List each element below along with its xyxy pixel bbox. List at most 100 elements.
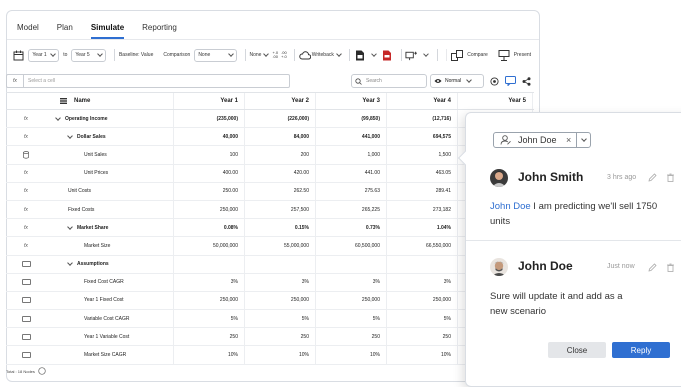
search-input[interactable]: Search <box>351 74 427 88</box>
reply-button[interactable]: Reply <box>612 342 670 358</box>
tab-reporting[interactable]: Reporting <box>142 19 177 39</box>
row-name-cell[interactable]: Fixed Costs <box>46 200 174 219</box>
value-cell[interactable] <box>387 255 458 273</box>
value-cell[interactable]: 250,000 <box>387 291 458 310</box>
table-row[interactable]: Year 1 Variable Cost 250 250 250 250 <box>6 328 534 347</box>
row-name-cell[interactable]: Market Size <box>46 237 174 255</box>
table-row[interactable]: fx Operating Income (235,000) (226,000) (99,… <box>6 110 534 129</box>
assignee-select[interactable]: John Doe × <box>493 132 591 148</box>
header-year-cell[interactable]: Year 2 <box>245 93 316 109</box>
baseline-label[interactable]: Baseline: Value <box>119 52 153 58</box>
increase-decimal-button[interactable]: +.0.00 <box>272 51 278 59</box>
comment-mention[interactable]: John Doe <box>490 201 531 212</box>
value-cell[interactable]: 441,000 <box>316 128 387 146</box>
value-cell[interactable]: 3% <box>174 273 245 291</box>
row-name-cell[interactable]: Market Size CAGR <box>46 346 174 364</box>
value-cell[interactable]: 5% <box>316 310 387 328</box>
start-year-select[interactable]: Year 1 <box>28 48 60 62</box>
header-name-cell[interactable]: Name <box>46 93 174 109</box>
compare-icon[interactable] <box>451 49 464 61</box>
row-name-cell[interactable]: Fixed Cost CAGR <box>46 273 174 291</box>
table-row[interactable]: fx Market Size 50,000,000 55,000,000 60,500,… <box>6 237 534 256</box>
value-cell[interactable]: 273,182 <box>387 200 458 219</box>
value-cell[interactable]: 10% <box>387 346 458 364</box>
cell-selector-input[interactable]: Select a cell <box>24 74 290 88</box>
chevron-down-icon[interactable] <box>55 114 61 121</box>
tab-model[interactable]: Model <box>17 19 39 39</box>
table-row[interactable]: fx Fixed Costs 250,000 257,500 265,225 273,18… <box>6 200 534 220</box>
decrease-decimal-button[interactable]: .00 +.0 <box>281 51 287 59</box>
number-format-select[interactable]: None <box>249 51 270 58</box>
table-row[interactable]: Unit Sales 100 200 1,000 1,500 <box>6 146 534 165</box>
info-icon[interactable] <box>38 367 46 375</box>
table-row[interactable]: fx Market Share 0.08% 0.15% 0.73% 1.04% <box>6 219 534 238</box>
row-name-cell[interactable]: Year 1 Fixed Cost <box>46 291 174 310</box>
value-cell[interactable]: 5% <box>174 310 245 328</box>
value-cell[interactable]: 40,000 <box>174 128 245 146</box>
value-cell[interactable]: (99,850) <box>316 110 387 128</box>
table-row[interactable]: fx Dollar Sales 40,000 84,000 441,000 694,575 <box>6 128 534 147</box>
table-row[interactable]: fx Unit Costs 250.00 262.50 275.63 289.41 <box>6 182 534 201</box>
value-cell[interactable]: 10% <box>316 346 387 364</box>
edit-icon[interactable] <box>648 263 657 272</box>
row-name-cell[interactable]: Variable Cost CAGR <box>46 310 174 328</box>
value-cell[interactable]: 3% <box>316 273 387 291</box>
tab-simulate[interactable]: Simulate <box>90 19 125 39</box>
value-cell[interactable]: 100 <box>174 146 245 164</box>
value-cell[interactable]: 3% <box>245 273 316 291</box>
value-cell[interactable]: 250 <box>316 328 387 346</box>
value-cell[interactable]: 250.00 <box>174 182 245 200</box>
excel-export-icon[interactable] <box>354 49 365 61</box>
table-row[interactable]: Year 1 Fixed Cost 250,000 250,000 250,000 25… <box>6 291 534 311</box>
row-name-cell[interactable]: Unit Sales <box>46 146 174 164</box>
calendar-icon[interactable] <box>13 49 24 61</box>
comparison-select[interactable]: None <box>194 48 237 62</box>
value-cell[interactable]: (235,000) <box>174 110 245 128</box>
value-cell[interactable] <box>316 255 387 273</box>
row-name-cell[interactable]: Assumptions <box>46 255 174 273</box>
assignee-dropdown-button[interactable] <box>576 133 590 147</box>
value-cell[interactable]: 694,575 <box>387 128 458 146</box>
target-icon[interactable] <box>488 75 500 87</box>
value-cell[interactable]: 250,000 <box>174 291 245 310</box>
delete-icon[interactable] <box>666 263 675 272</box>
end-year-select[interactable]: Year 5 <box>71 48 107 62</box>
value-cell[interactable] <box>245 255 316 273</box>
table-row[interactable]: fx Unit Prices 400.00 420.00 441.00 463.05 <box>6 164 534 183</box>
row-name-cell[interactable]: Unit Costs <box>46 182 174 200</box>
value-cell[interactable]: 463.05 <box>387 164 458 182</box>
value-cell[interactable]: 250,000 <box>174 200 245 219</box>
view-mode-select[interactable]: Normal <box>430 74 484 88</box>
value-cell[interactable]: 66,550,000 <box>387 237 458 255</box>
edit-icon[interactable] <box>648 173 657 182</box>
value-cell[interactable]: 420.00 <box>245 164 316 182</box>
remove-assignee-button[interactable]: × <box>566 135 576 145</box>
header-year-cell[interactable]: Year 1 <box>174 93 245 109</box>
delete-icon[interactable] <box>666 173 675 182</box>
value-cell[interactable]: 265,225 <box>316 200 387 219</box>
value-cell[interactable]: 10% <box>245 346 316 364</box>
share-icon[interactable] <box>520 75 532 87</box>
value-cell[interactable]: 400.00 <box>174 164 245 182</box>
value-cell[interactable]: 84,000 <box>245 128 316 146</box>
value-cell[interactable]: 50,000,000 <box>174 237 245 255</box>
header-year-cell[interactable]: Year 3 <box>316 93 387 109</box>
chevron-down-icon[interactable] <box>67 132 73 139</box>
value-cell[interactable]: 0.15% <box>245 219 316 237</box>
header-year-cell[interactable]: Year 4 <box>387 93 458 109</box>
chevron-down-icon[interactable] <box>423 51 430 57</box>
chevron-down-icon[interactable] <box>67 260 73 266</box>
value-cell[interactable]: 5% <box>387 310 458 328</box>
value-cell[interactable]: 289.41 <box>387 182 458 200</box>
value-cell[interactable]: 10% <box>174 346 245 364</box>
row-name-cell[interactable]: Unit Prices <box>46 164 174 182</box>
present-icon[interactable] <box>498 49 510 61</box>
value-cell[interactable]: 3% <box>387 273 458 291</box>
row-name-cell[interactable]: Market Share <box>46 219 174 237</box>
pdf-export-icon[interactable] <box>381 49 392 61</box>
chevron-down-icon[interactable] <box>371 51 377 57</box>
value-cell[interactable]: 60,500,000 <box>316 237 387 255</box>
value-cell[interactable]: 200 <box>245 146 316 164</box>
value-cell[interactable]: (12,716) <box>387 110 458 128</box>
insert-node-icon[interactable] <box>405 49 418 61</box>
